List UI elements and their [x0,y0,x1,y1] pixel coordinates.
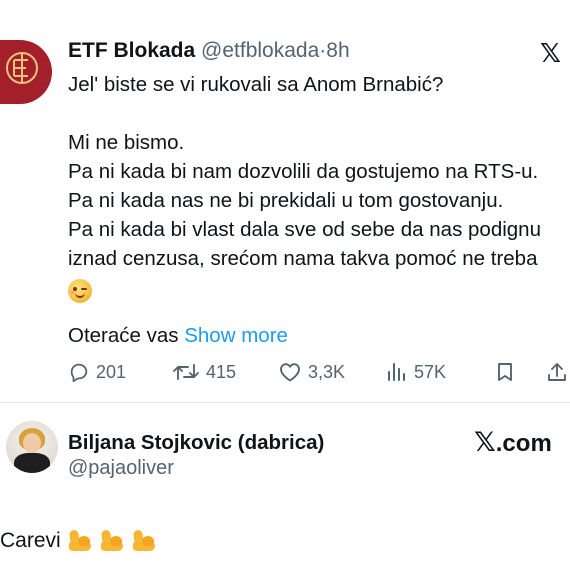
author-name[interactable]: ETF Blokada [68,39,195,62]
retweet-icon [173,364,199,380]
avatar[interactable] [0,40,52,104]
reply-count: 201 [96,361,127,382]
winking-face-emoji-icon [68,278,92,303]
timestamp[interactable]: 8h [326,39,349,62]
etf-emblem-icon [6,52,38,84]
heart-icon [280,363,300,382]
quote-post: Biljana Stojkovic (dabrica) @pajaoliver … [0,403,570,570]
tweet-header: ETF Blokada @etfblokada·8h [68,38,350,64]
flexed-biceps-emoji-icon [67,528,93,554]
tweet-line [68,99,568,128]
share-button[interactable] [546,358,568,386]
embedded-tweet: ETF Blokada @etfblokada·8h 𝕏 Jel' biste … [0,0,570,402]
emoji-line [68,273,568,303]
tweet-text: Jel' biste se vi rukovali sa Anom Brnabi… [68,70,568,303]
truncated-text: Oteraće vas [68,324,179,347]
avatar[interactable] [6,421,58,473]
x-com-watermark: 𝕏.com [474,428,552,458]
tweet-line: Pa ni kada bi nam dozvolili da gostujemo… [68,160,539,183]
bookmark-button[interactable] [495,358,515,386]
tweet-line: Jel' biste se vi rukovali sa Anom Brnabi… [68,73,444,96]
flexed-biceps-emoji-icon [99,528,125,554]
author-handle[interactable]: @pajaoliver [68,455,174,481]
share-icon [548,363,566,381]
reply-button[interactable]: 201 [68,358,126,386]
tweet-line: Mi ne bismo. [68,131,185,154]
author-handle[interactable]: @etfblokada [201,39,319,62]
retweet-count: 415 [206,361,237,382]
tweet-line: Pa ni kada bi vlast dala sve od sebe da … [68,218,541,241]
x-logo-icon[interactable]: 𝕏 [540,40,561,66]
show-more-line: Oteraće vas Show more [68,322,288,350]
retweet-button[interactable]: 415 [172,358,236,386]
post-text: Carevi [0,526,157,556]
like-count: 3,3K [308,361,346,382]
flexed-biceps-emoji-icon [131,528,157,554]
like-button[interactable]: 3,3K [278,358,345,386]
author-name[interactable]: Biljana Stojkovic (dabrica) [68,430,324,456]
view-count: 57K [414,361,447,382]
tweet-actions: 201 415 3,3K 57K [68,358,568,386]
x-logo-icon: 𝕏 [474,427,496,457]
x-com-label: .com [495,430,552,457]
reply-icon [70,363,88,383]
views-button[interactable]: 57K [386,358,446,386]
post-text-label: Carevi [0,529,61,552]
views-icon [388,363,405,381]
show-more-link[interactable]: Show more [184,324,288,347]
bookmark-icon [498,363,512,381]
tweet-line: Pa ni kada nas ne bi prekidali u tom gos… [68,189,504,212]
tweet-line: iznad cenzusa, srećom nama takva pomoć n… [68,247,538,270]
